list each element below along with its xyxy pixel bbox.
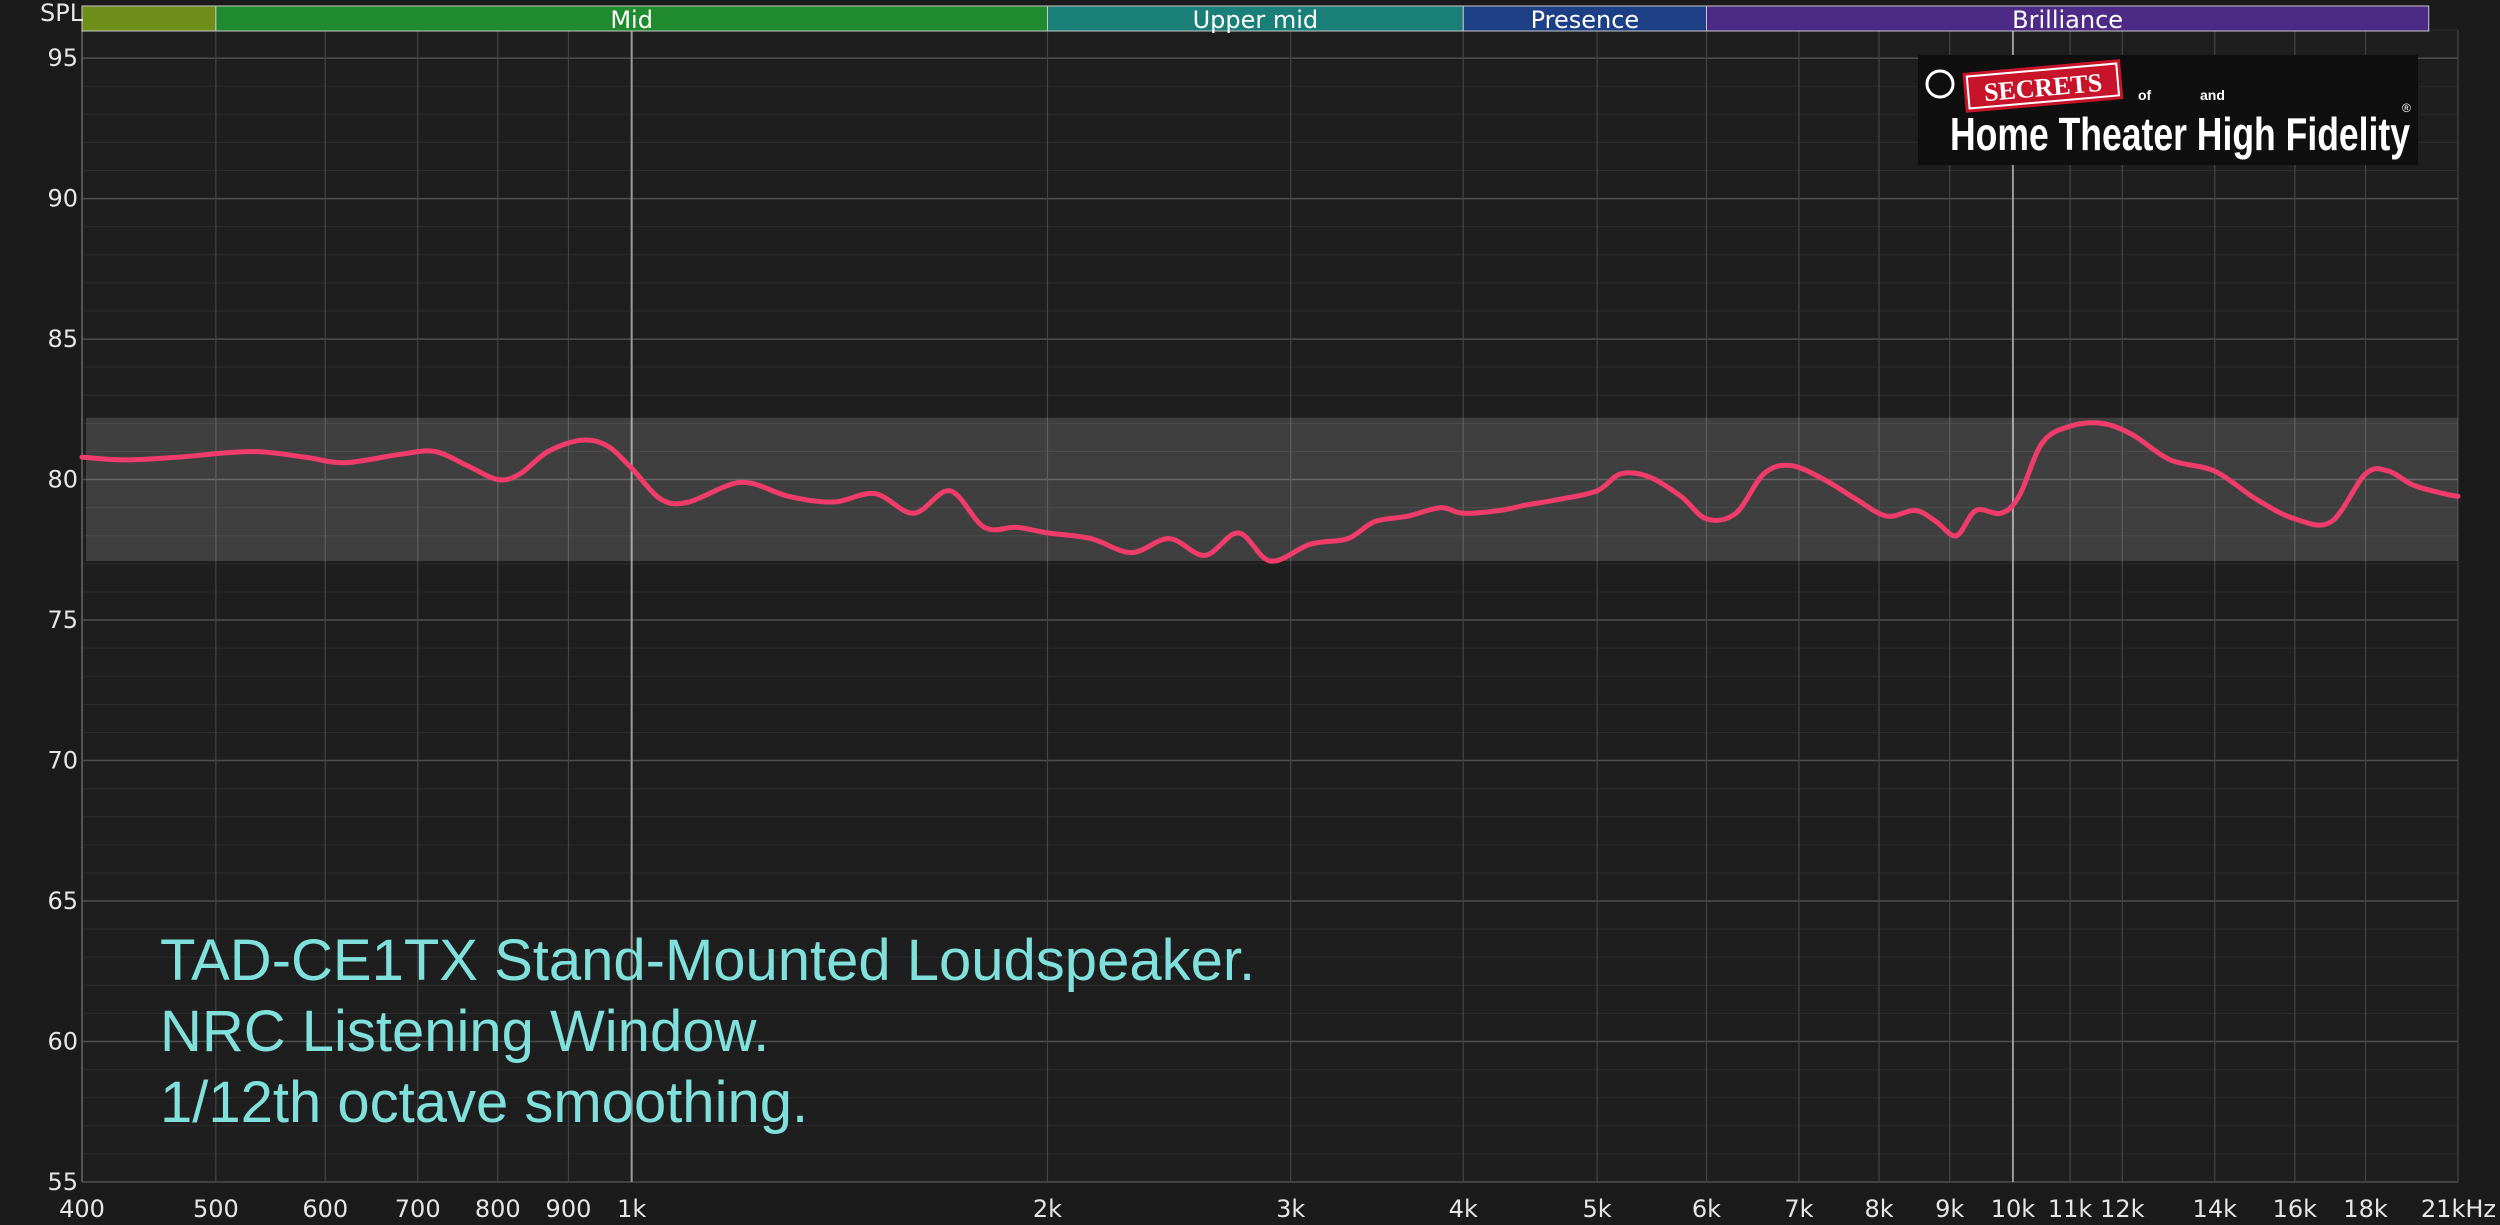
y-tick-label: 75 <box>47 606 78 634</box>
x-tick-label: 12k <box>2100 1195 2145 1223</box>
x-tick-label: 10k <box>1991 1195 2036 1223</box>
y-tick-label: 65 <box>47 887 78 915</box>
x-tick-label: 11k <box>2048 1195 2093 1223</box>
logo-and-text: and <box>2200 87 2225 103</box>
x-tick-label: 16k <box>2273 1195 2318 1223</box>
x-tick-label: 1k <box>617 1195 646 1223</box>
x-tick-label: 700 <box>395 1195 441 1223</box>
x-tick-label: 500 <box>193 1195 239 1223</box>
x-tick-label: 3k <box>1276 1195 1305 1223</box>
annotation-line-1: TAD-CE1TX Stand-Mounted Loudspeaker. <box>160 928 1255 993</box>
x-tick-label: 800 <box>475 1195 521 1223</box>
frequency-response-chart: Mid Upper mid Presence Brilliance 95 90 85 80 7… <box>0 0 2500 1225</box>
y-tick-label: 60 <box>47 1028 78 1056</box>
x-tick-label: 600 <box>302 1195 348 1223</box>
band-label: Upper mid <box>1193 6 1319 34</box>
y-tick-label: 90 <box>47 185 78 213</box>
x-tick-label: 21kHz <box>2421 1195 2496 1223</box>
x-tick-label: 400 <box>59 1195 105 1223</box>
annotation-line-3: 1/12th octave smoothing. <box>160 1070 808 1135</box>
band-label: Mid <box>610 6 653 34</box>
x-tick-label: 8k <box>1864 1195 1893 1223</box>
x-tick-label: 6k <box>1692 1195 1721 1223</box>
x-tick-label: 7k <box>1784 1195 1813 1223</box>
secrets-logo-watermark: © SECRETS of and Home Theater High Fidel… <box>1918 55 2418 165</box>
band-label: Presence <box>1531 6 1640 34</box>
x-tick-label: 5k <box>1583 1195 1612 1223</box>
logo-of-text: of <box>2138 87 2152 103</box>
tolerance-band <box>86 417 2458 562</box>
band-segment <box>81 5 217 32</box>
y-tick-label: 95 <box>47 44 78 72</box>
band-label: Brilliance <box>2012 6 2123 34</box>
x-tick-label: 9k <box>1935 1195 1964 1223</box>
y-tick-label: 70 <box>47 747 78 775</box>
x-tick-label: 18k <box>2343 1195 2388 1223</box>
frequency-band-bar: Mid Upper mid Presence Brilliance <box>81 5 2430 34</box>
registered-mark: ® <box>2402 101 2411 115</box>
x-tick-label: 4k <box>1449 1195 1478 1223</box>
y-tick-label: 55 <box>47 1168 78 1196</box>
x-tick-label: 900 <box>546 1195 592 1223</box>
y-axis-label: SPL <box>40 0 84 27</box>
y-tick-label: 85 <box>47 325 78 353</box>
y-tick-label: 80 <box>47 466 78 494</box>
x-tick-label: 14k <box>2193 1195 2238 1223</box>
logo-main-text: Home Theater High Fidelity <box>1950 108 2410 160</box>
annotation-line-2: NRC Listening Window. <box>160 999 769 1064</box>
x-tick-label: 2k <box>1033 1195 1062 1223</box>
